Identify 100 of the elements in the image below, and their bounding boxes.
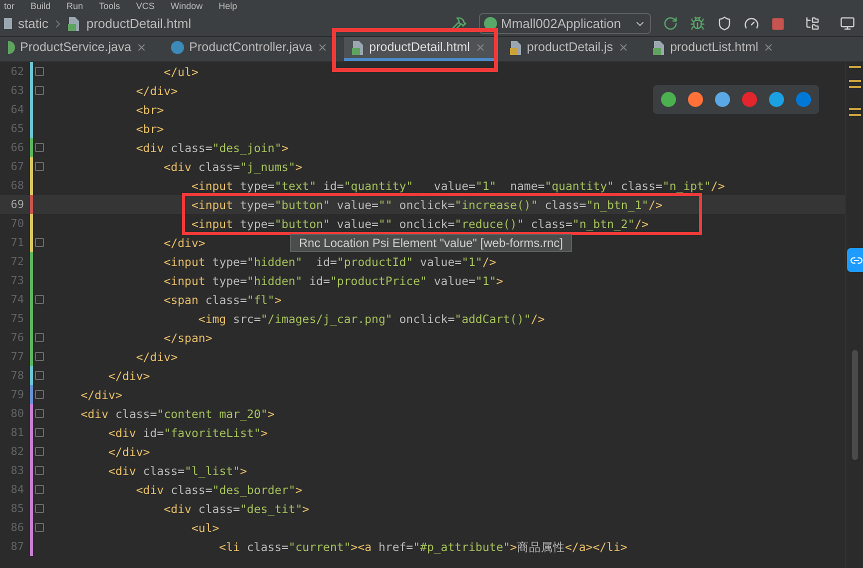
file-icon bbox=[510, 40, 522, 54]
fold-icon[interactable] bbox=[34, 428, 44, 437]
line-number: 77 bbox=[10, 350, 24, 364]
fold-icon[interactable] bbox=[34, 371, 44, 380]
fold-icon[interactable] bbox=[34, 409, 44, 418]
fold-icon[interactable] bbox=[34, 504, 44, 513]
line-number: 73 bbox=[10, 274, 24, 288]
folder-icon bbox=[4, 18, 12, 29]
browser-icon[interactable] bbox=[688, 92, 703, 107]
browser-icon[interactable] bbox=[769, 92, 784, 107]
editor-tab[interactable]: productList.html bbox=[645, 37, 782, 61]
code-line: <input type="button" value="" onclick="increase()" class="n_btn_1"/> bbox=[190, 198, 662, 212]
line-number: 83 bbox=[10, 464, 24, 478]
menu-item[interactable]: Help bbox=[218, 1, 238, 11]
code-line: <br> bbox=[135, 122, 164, 136]
line-number: 75 bbox=[10, 312, 24, 326]
stop-icon[interactable] bbox=[771, 16, 785, 30]
menu-item[interactable]: tor bbox=[4, 1, 15, 11]
class-icon bbox=[171, 41, 184, 54]
code-line: <li class="current"><a href="#p_attribute">商品属性</a></li> bbox=[218, 540, 628, 554]
fold-icon[interactable] bbox=[34, 390, 44, 399]
code-line: </span> bbox=[162, 330, 212, 344]
editor-tab[interactable]: productDetail.html bbox=[344, 37, 494, 61]
line-number: 70 bbox=[10, 216, 24, 230]
fold-icon[interactable] bbox=[34, 86, 44, 95]
breadcrumb-item[interactable]: productDetail.html bbox=[86, 14, 192, 34]
editor-tab[interactable]: ProductService.java bbox=[0, 37, 156, 61]
line-number: 74 bbox=[10, 292, 24, 306]
line-number: 78 bbox=[10, 368, 24, 382]
fold-icon[interactable] bbox=[34, 162, 44, 171]
browser-icon[interactable] bbox=[661, 92, 676, 107]
rerun-icon[interactable] bbox=[663, 16, 678, 31]
code-line: </div> bbox=[80, 388, 122, 402]
code-line: <div id="favoriteList"> bbox=[107, 426, 268, 440]
line-number: 86 bbox=[10, 520, 24, 534]
code-line: <input type="hidden" id="productId" value="1"/> bbox=[162, 254, 496, 268]
run-config-dropdown[interactable]: Mmall002Application bbox=[479, 13, 651, 34]
class-icon bbox=[8, 41, 15, 54]
project-structure-icon[interactable] bbox=[805, 16, 820, 31]
code-line: <div class="des_tit"> bbox=[162, 502, 310, 516]
code-line: <div class="l_list"> bbox=[107, 464, 247, 478]
code-line: </ul> bbox=[162, 64, 198, 78]
close-icon[interactable] bbox=[618, 42, 630, 53]
debug-icon[interactable] bbox=[690, 16, 705, 31]
code-line: </div> bbox=[107, 368, 150, 382]
code-line: </div> bbox=[135, 350, 178, 364]
file-icon bbox=[352, 40, 364, 54]
fold-icon[interactable] bbox=[34, 333, 44, 342]
editor-tab[interactable]: ProductController.java bbox=[163, 37, 336, 61]
code-line: <div class="des_border"> bbox=[135, 482, 302, 496]
shield-icon[interactable] bbox=[717, 16, 732, 31]
code-line: <input type="hidden" id="productPrice" value="1"> bbox=[162, 274, 504, 288]
browser-icon[interactable] bbox=[715, 92, 730, 107]
fold-icon[interactable] bbox=[34, 143, 44, 152]
code-line: </div> bbox=[135, 84, 178, 98]
code-line: <div class="j_nums"> bbox=[162, 160, 302, 174]
line-number: 85 bbox=[10, 502, 24, 516]
fold-icon[interactable] bbox=[34, 352, 44, 361]
close-icon[interactable] bbox=[317, 42, 328, 53]
close-icon[interactable] bbox=[136, 42, 148, 53]
fold-icon[interactable] bbox=[34, 523, 44, 532]
fold-icon[interactable] bbox=[34, 485, 44, 494]
code-line: <img src="/images/j_car.png" onclick="addCart()"/> bbox=[197, 312, 545, 326]
fold-icon[interactable] bbox=[34, 466, 44, 475]
file-icon bbox=[68, 16, 80, 30]
line-number: 71 bbox=[10, 236, 24, 250]
line-number: 62 bbox=[10, 64, 24, 78]
close-icon[interactable] bbox=[474, 42, 486, 53]
close-icon[interactable] bbox=[763, 42, 774, 53]
fold-icon[interactable] bbox=[34, 67, 44, 76]
menu-item[interactable]: VCS bbox=[136, 1, 155, 11]
browser-icon[interactable] bbox=[742, 92, 757, 107]
menu-item[interactable]: Build bbox=[30, 1, 51, 11]
breadcrumb-item[interactable]: static bbox=[18, 14, 48, 34]
profiler-icon[interactable] bbox=[744, 16, 759, 31]
line-number: 64 bbox=[10, 102, 24, 116]
line-number: 76 bbox=[10, 330, 24, 344]
file-icon bbox=[653, 40, 666, 54]
line-number: 82 bbox=[10, 444, 24, 458]
editor-tab[interactable]: productDetail.js bbox=[502, 37, 638, 61]
window-icon[interactable] bbox=[840, 16, 855, 31]
fold-icon[interactable] bbox=[34, 295, 44, 304]
line-number: 80 bbox=[10, 406, 24, 420]
menu-item[interactable]: Window bbox=[170, 1, 203, 11]
code-line: </div> bbox=[107, 444, 150, 458]
tooltip: Rnc Location Psi Element "value" [web-forms.rnc] bbox=[290, 234, 572, 252]
code-line: <br> bbox=[135, 102, 164, 116]
browser-icon[interactable] bbox=[796, 92, 811, 107]
code-line: <div class="des_join"> bbox=[135, 140, 288, 154]
menu-item[interactable]: Run bbox=[66, 1, 84, 11]
code-line: </div> bbox=[162, 236, 206, 250]
line-number: 81 bbox=[10, 426, 24, 440]
menu-item[interactable]: Tools bbox=[99, 1, 120, 11]
fold-icon[interactable] bbox=[34, 447, 44, 456]
link-icon[interactable] bbox=[847, 248, 863, 272]
code-line: <input type="text" id="quantity" value="1" name="quantity" class="n_ipt"/> bbox=[190, 178, 725, 192]
line-number: 84 bbox=[10, 482, 24, 496]
code-line: <span class="fl"> bbox=[162, 292, 282, 306]
fold-icon[interactable] bbox=[34, 238, 44, 247]
line-number: 79 bbox=[10, 388, 24, 402]
